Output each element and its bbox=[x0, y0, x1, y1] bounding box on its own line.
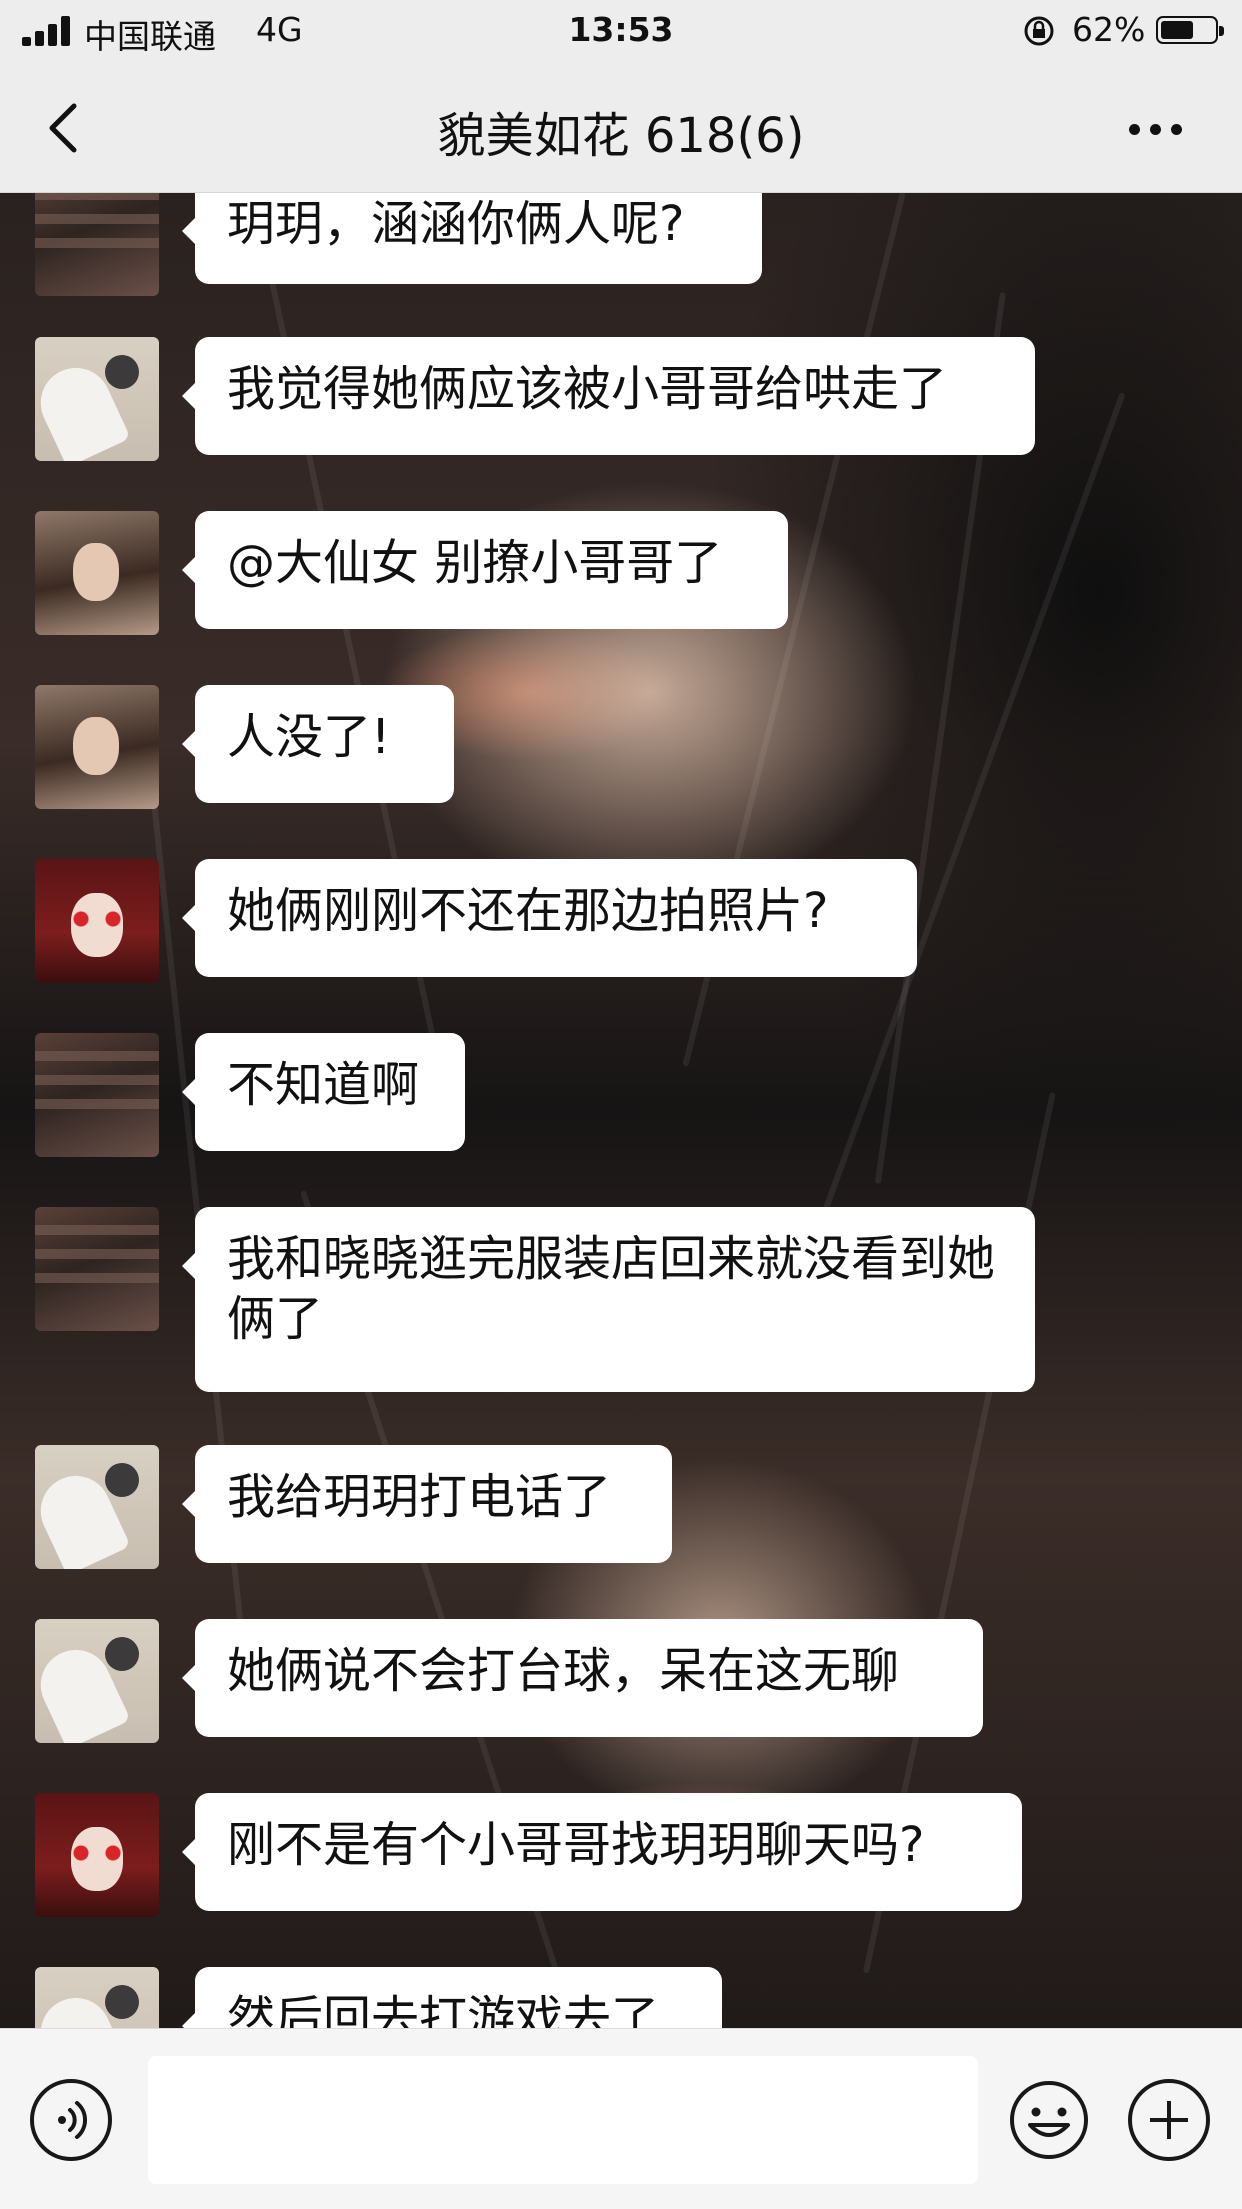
message-bubble[interactable]: 我和晓晓逛完服装店回来就没看到她俩了 bbox=[182, 1207, 1035, 1392]
rotation-lock-icon bbox=[1024, 16, 1054, 46]
top-bar: 中国联通 4G 13:53 62% 貌美如花 618(6) bbox=[0, 0, 1242, 193]
avatar[interactable] bbox=[35, 1445, 159, 1569]
message-row: 我和晓晓逛完服装店回来就没看到她俩了 bbox=[0, 1207, 1242, 1392]
message-row: @大仙女 别撩小哥哥了 bbox=[0, 511, 1242, 635]
message-row: 她俩刚刚不还在那边拍照片? bbox=[0, 859, 1242, 983]
avatar[interactable] bbox=[35, 685, 159, 809]
message-row: 我给玥玥打电话了 bbox=[0, 1445, 1242, 1569]
message-bubble[interactable]: @大仙女 别撩小哥哥了 bbox=[182, 511, 788, 629]
avatar[interactable] bbox=[35, 1207, 159, 1331]
avatar[interactable] bbox=[35, 1967, 159, 2028]
message-row: 然后回去打游戏去了 bbox=[0, 1967, 1242, 2028]
message-bubble[interactable]: 刚不是有个小哥哥找玥玥聊天吗? bbox=[182, 1793, 1022, 1911]
message-bubble[interactable]: 不知道啊 bbox=[182, 1033, 465, 1151]
message-bubble[interactable]: 她俩刚刚不还在那边拍照片? bbox=[182, 859, 917, 977]
nav-header: 貌美如花 618(6) bbox=[0, 64, 1242, 192]
input-bar bbox=[0, 2028, 1242, 2209]
chat-title: 貌美如花 618(6) bbox=[437, 108, 805, 164]
avatar[interactable] bbox=[35, 1033, 159, 1157]
message-row: 刚不是有个小哥哥找玥玥聊天吗? bbox=[0, 1793, 1242, 1917]
message-bubble[interactable]: 她俩说不会打台球，呆在这无聊 bbox=[182, 1619, 983, 1737]
emoji-icon[interactable] bbox=[1008, 2079, 1090, 2161]
avatar[interactable] bbox=[35, 511, 159, 635]
avatar[interactable] bbox=[35, 859, 159, 983]
message-row: 我觉得她俩应该被小哥哥给哄走了 bbox=[0, 337, 1242, 461]
battery-percent: 62% bbox=[1072, 10, 1146, 49]
message-input[interactable] bbox=[148, 2056, 978, 2184]
avatar[interactable] bbox=[35, 1619, 159, 1743]
message-bubble[interactable]: 然后回去打游戏去了 bbox=[182, 1967, 722, 2028]
message-list[interactable]: 玥玥，涵涵你俩人呢? 我觉得她俩应该被小哥哥给哄走了 @大仙女 别撩小哥哥了 人没了!… bbox=[0, 0, 1242, 2028]
plus-icon[interactable] bbox=[1128, 2079, 1210, 2161]
avatar[interactable] bbox=[35, 337, 159, 461]
voice-icon[interactable] bbox=[30, 2079, 112, 2161]
message-row: 不知道啊 bbox=[0, 1033, 1242, 1157]
ellipsis-icon[interactable] bbox=[1120, 112, 1192, 144]
message-bubble[interactable]: 我觉得她俩应该被小哥哥给哄走了 bbox=[182, 337, 1035, 455]
message-row: 人没了! bbox=[0, 685, 1242, 809]
avatar[interactable] bbox=[35, 1793, 159, 1917]
message-bubble[interactable]: 我给玥玥打电话了 bbox=[182, 1445, 672, 1563]
status-bar: 中国联通 4G 13:53 62% bbox=[0, 0, 1242, 64]
battery-icon bbox=[1156, 16, 1224, 44]
message-bubble[interactable]: 人没了! bbox=[182, 685, 454, 803]
message-row: 她俩说不会打台球，呆在这无聊 bbox=[0, 1619, 1242, 1743]
